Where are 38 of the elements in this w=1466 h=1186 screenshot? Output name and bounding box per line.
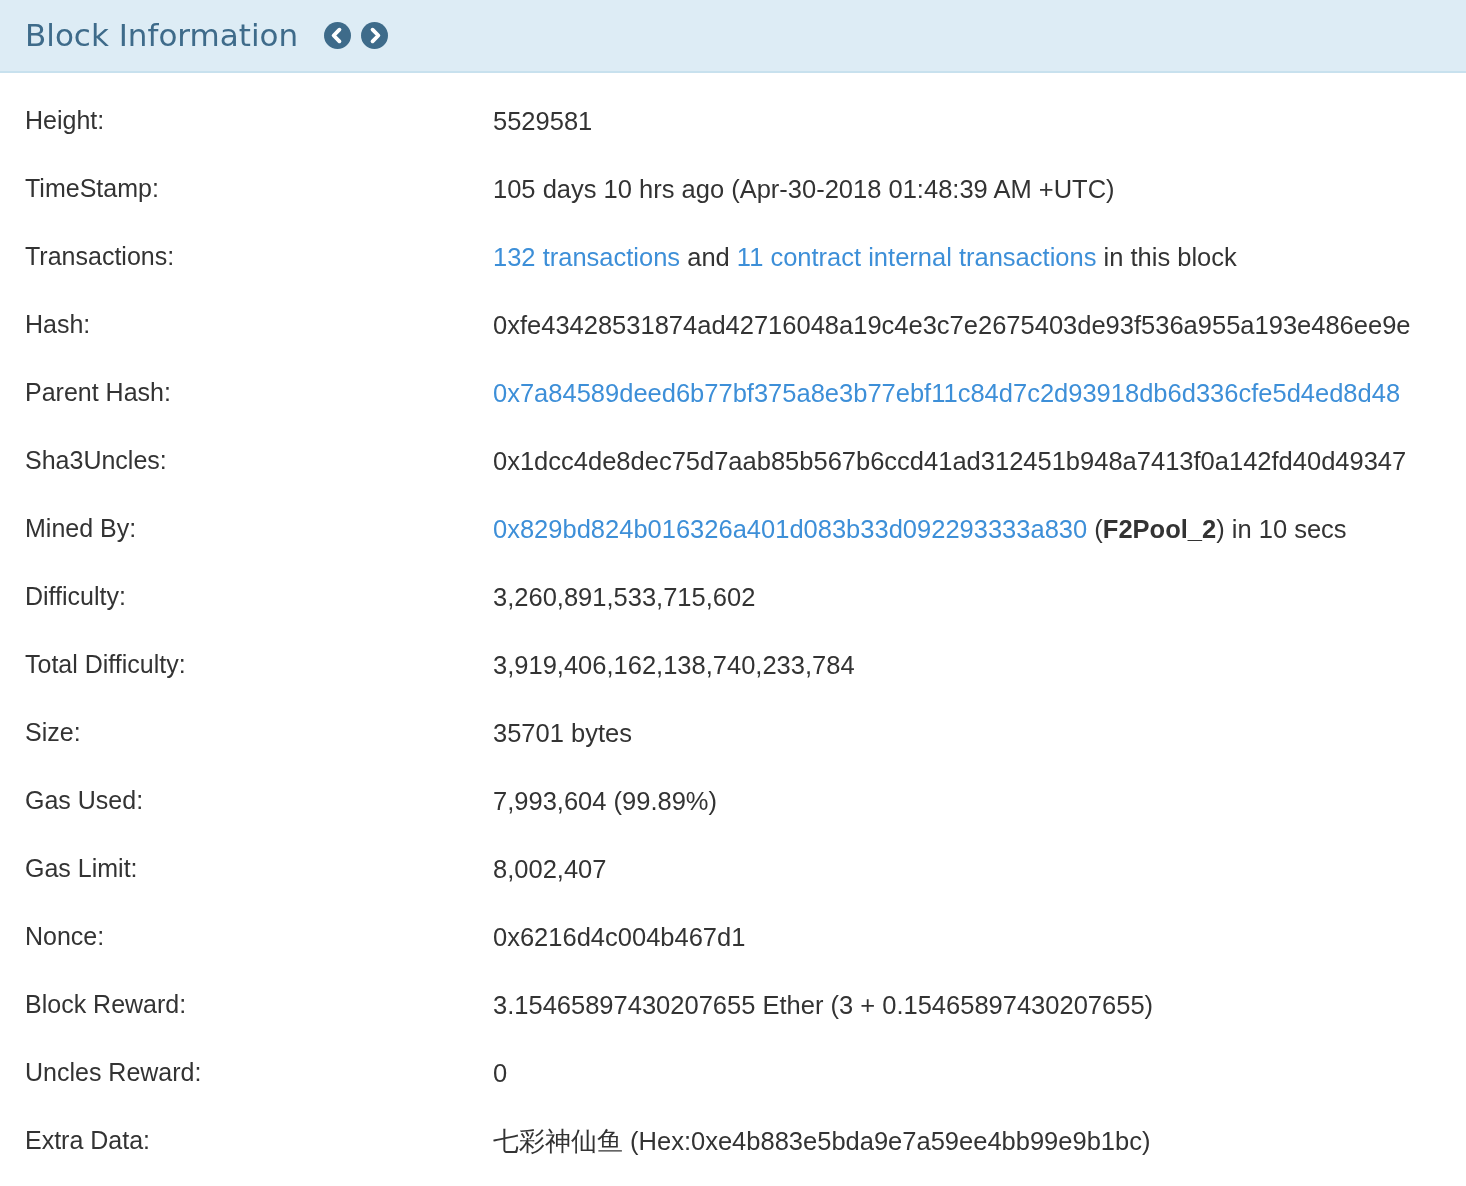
field-label: Sha3Uncles:: [24, 445, 168, 477]
next-icon[interactable]: [361, 22, 389, 49]
value-link[interactable]: 0x829bd824b016326a401d083b33d092293333a830: [493, 514, 1088, 543]
panel-title: Block Information: [25, 16, 299, 56]
field-value: 3.15465897430207655 Ether (3 + 0.15465897430207655): [493, 989, 1154, 1021]
field-label: Height:: [24, 105, 106, 137]
previous-icon[interactable]: [324, 22, 352, 49]
field-label: Nonce:: [24, 921, 106, 953]
field-value: 105 days 10 hrs ago (Apr-30-2018 01:48:39 AM +UTC): [493, 173, 1115, 205]
field-value: 7,993,604 (99.89%): [493, 785, 717, 817]
field-label: Hash:: [24, 309, 92, 341]
field-value: 七彩神仙鱼 (Hex:0xe4b883e5bda9e7a59ee4bb99e9b1bc): [493, 1125, 1151, 1157]
field-value: 132 transactions and 11 contract internal transactions in this block: [493, 241, 1237, 273]
field-value: 0x1dcc4de8dec75d7aab85b567b6ccd41ad312451b948a7413f0a142fd40d49347: [493, 445, 1407, 477]
field-value: 8,002,407: [493, 853, 607, 885]
field-label: TimeStamp:: [24, 173, 160, 205]
field-label: Transactions:: [24, 241, 176, 273]
field-value: 0: [493, 1057, 508, 1089]
field-label: Gas Limit:: [24, 853, 139, 885]
field-value: 3,260,891,533,715,602: [493, 581, 756, 613]
field-label: Size:: [24, 717, 82, 749]
field-value: 5529581: [493, 105, 593, 137]
field-label: Mined By:: [24, 513, 138, 545]
field-value: 0xfe43428531874ad42716048a19c4e3c7e2675403de93f536a955a193e486ee9e: [493, 309, 1411, 341]
field-label: Difficulty:: [24, 581, 127, 613]
field-label: Total Difficulty:: [24, 649, 187, 681]
field-label: Parent Hash:: [24, 377, 172, 409]
field-label: Gas Used:: [24, 785, 145, 817]
field-label: Block Reward:: [24, 989, 188, 1021]
value-link[interactable]: 132 transactions: [493, 242, 681, 271]
field-value: 3,919,406,162,138,740,233,784: [493, 649, 855, 681]
field-label: Uncles Reward:: [24, 1057, 203, 1089]
field-value: 0x829bd824b016326a401d083b33d092293333a830 (F2Pool_2) in 10 secs: [493, 513, 1347, 545]
field-label: Extra Data:: [24, 1125, 152, 1157]
field-value: 35701 bytes: [493, 717, 632, 749]
value-link[interactable]: 0x7a84589deed6b77bf375a8e3b77ebf11c84d7c2d93918db6d336cfe5d4ed8d48: [493, 378, 1401, 407]
field-value: 0x6216d4c004b467d1: [493, 921, 746, 953]
value-link[interactable]: 11 contract internal transactions: [736, 242, 1097, 271]
